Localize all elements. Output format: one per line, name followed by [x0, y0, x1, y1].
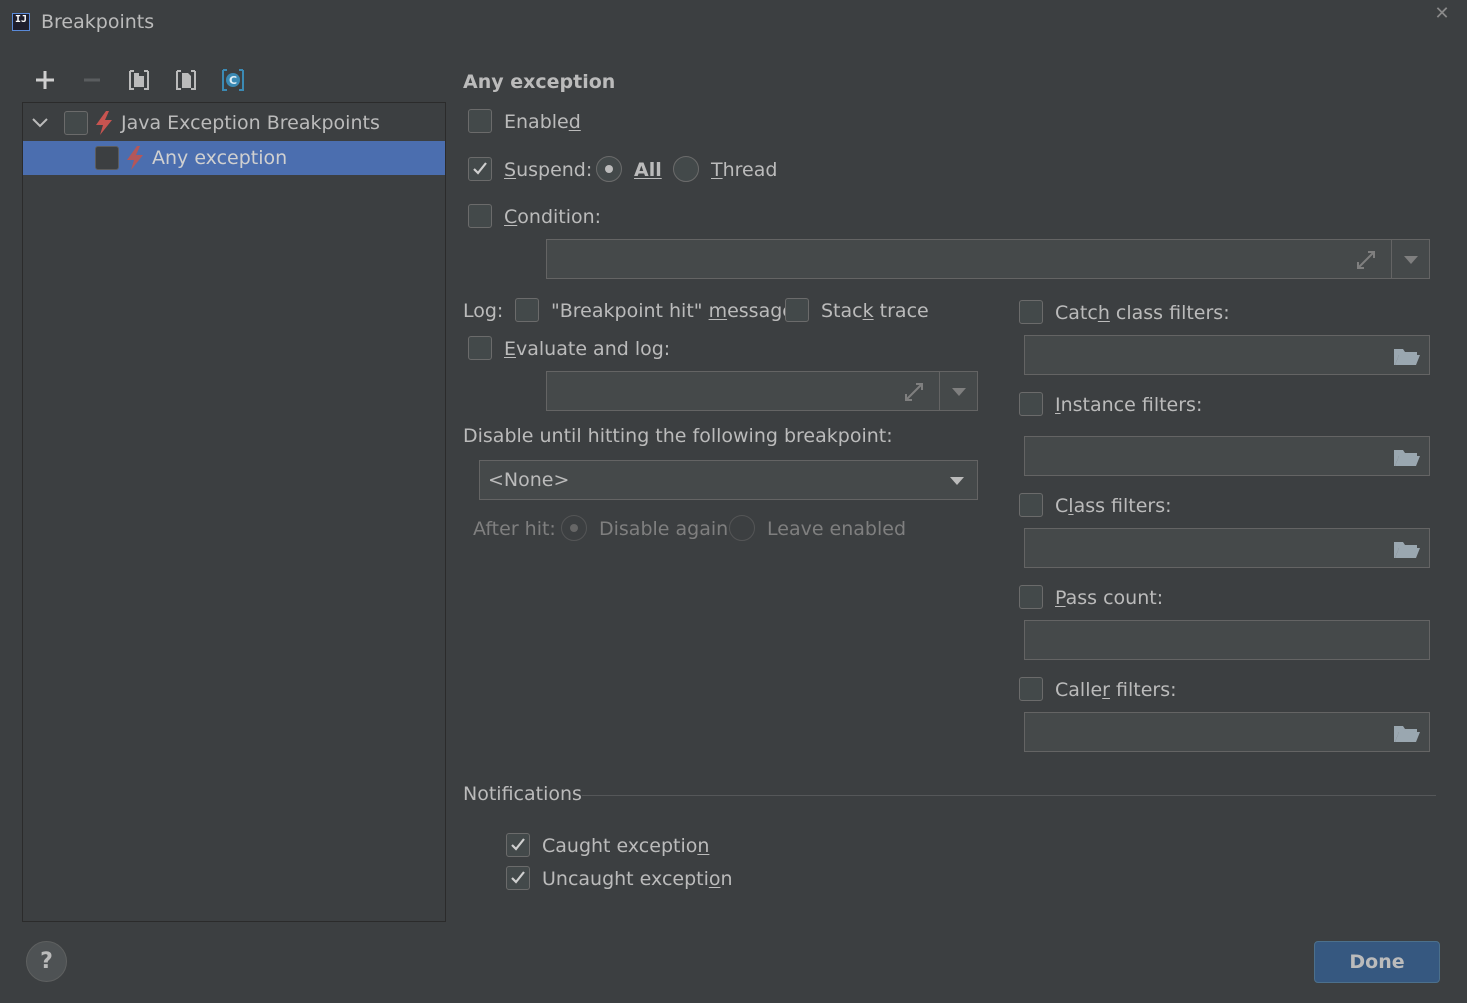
tree-item-any-exception[interactable]: Any exception — [23, 141, 445, 175]
svg-text:C: C — [229, 74, 237, 87]
add-icon[interactable] — [31, 66, 59, 94]
suspend-checkbox[interactable] — [468, 157, 492, 181]
condition-label: Condition: — [504, 206, 602, 228]
tree-group-java-exception-breakpoints[interactable]: Java Exception Breakpoints — [23, 106, 445, 140]
suspend-thread-radio[interactable] — [673, 156, 699, 182]
chevron-down-icon — [950, 477, 964, 485]
disable-until-value: <None> — [488, 469, 570, 491]
folder-icon[interactable] — [1393, 538, 1421, 560]
folder-icon[interactable] — [1393, 345, 1421, 367]
uncaught-exception-checkbox[interactable] — [506, 866, 530, 890]
pass-count-checkbox[interactable] — [1019, 585, 1043, 609]
class-filters-label: Class filters: — [1055, 495, 1172, 517]
group-by-package-icon[interactable] — [125, 66, 153, 94]
done-button[interactable]: Done — [1314, 941, 1440, 983]
suspend-all-label: All — [634, 159, 662, 181]
enabled-checkbox[interactable] — [468, 109, 492, 133]
caller-filters-checkbox[interactable] — [1019, 677, 1043, 701]
condition-input[interactable] — [546, 239, 1430, 279]
evaluate-and-log-input[interactable] — [546, 371, 978, 411]
stack-trace-checkbox[interactable] — [785, 298, 809, 322]
disable-until-label: Disable until hitting the following brea… — [463, 425, 893, 447]
breakpoint-hit-checkbox[interactable] — [515, 298, 539, 322]
suspend-label: Suspend: — [504, 159, 593, 181]
class-filters-input[interactable] — [1024, 528, 1430, 568]
catch-class-filters-input[interactable] — [1024, 335, 1430, 375]
help-button[interactable]: ? — [26, 941, 67, 982]
expand-icon[interactable] — [903, 381, 925, 403]
group-by-class-icon[interactable]: C — [219, 66, 247, 94]
lightning-icon — [96, 111, 112, 135]
tree-item-label: Any exception — [152, 147, 288, 169]
uncaught-exception-label: Uncaught exception — [542, 868, 733, 890]
enabled-label: Enabled — [504, 111, 581, 133]
leave-enabled-label: Leave enabled — [767, 518, 907, 540]
instance-filters-checkbox[interactable] — [1019, 392, 1043, 416]
chevron-down-icon[interactable] — [31, 115, 49, 131]
group-checkbox[interactable] — [64, 111, 88, 135]
caller-filters-label: Caller filters: — [1055, 679, 1177, 701]
dropdown-arrow-icon[interactable] — [950, 386, 968, 398]
catch-class-filters-checkbox[interactable] — [1019, 300, 1043, 324]
disable-again-radio[interactable] — [561, 515, 587, 541]
close-icon[interactable]: ✕ — [1433, 4, 1451, 24]
app-logo-icon — [12, 13, 30, 31]
folder-icon[interactable] — [1393, 722, 1421, 744]
expand-icon[interactable] — [1355, 249, 1377, 271]
lightning-icon — [127, 146, 143, 170]
log-label: Log: — [463, 300, 504, 322]
details-heading: Any exception — [463, 71, 616, 93]
breakpoints-tree[interactable]: Java Exception Breakpoints Any exception — [22, 102, 446, 922]
breakpoint-hit-label: "Breakpoint hit" message — [551, 300, 794, 322]
item-checkbox[interactable] — [95, 146, 119, 170]
evaluate-and-log-label: Evaluate and log: — [504, 338, 671, 360]
caught-exception-label: Caught exception — [542, 835, 710, 857]
condition-checkbox[interactable] — [468, 204, 492, 228]
leave-enabled-radio[interactable] — [729, 515, 755, 541]
disable-until-select[interactable]: <None> — [479, 460, 978, 500]
window-title: Breakpoints — [41, 11, 155, 33]
group-by-file-icon[interactable] — [172, 66, 200, 94]
after-hit-label: After hit: — [473, 518, 556, 540]
stack-trace-label: Stack trace — [821, 300, 929, 322]
caller-filters-input[interactable] — [1024, 712, 1430, 752]
evaluate-and-log-checkbox[interactable] — [468, 336, 492, 360]
catch-class-filters-label: Catch class filters: — [1055, 302, 1230, 324]
remove-icon[interactable] — [78, 66, 106, 94]
disable-again-label: Disable again — [599, 518, 729, 540]
suspend-thread-label: Thread — [711, 159, 778, 181]
class-filters-checkbox[interactable] — [1019, 493, 1043, 517]
tree-group-label: Java Exception Breakpoints — [121, 112, 380, 134]
notifications-divider — [582, 795, 1436, 796]
instance-filters-input[interactable] — [1024, 436, 1430, 476]
dropdown-arrow-icon[interactable] — [1402, 254, 1420, 266]
pass-count-input[interactable] — [1024, 620, 1430, 660]
instance-filters-label: Instance filters: — [1055, 394, 1203, 416]
folder-icon[interactable] — [1393, 446, 1421, 468]
caught-exception-checkbox[interactable] — [506, 833, 530, 857]
pass-count-label: Pass count: — [1055, 587, 1164, 609]
suspend-all-radio[interactable] — [596, 156, 622, 182]
notifications-label: Notifications — [463, 783, 582, 805]
